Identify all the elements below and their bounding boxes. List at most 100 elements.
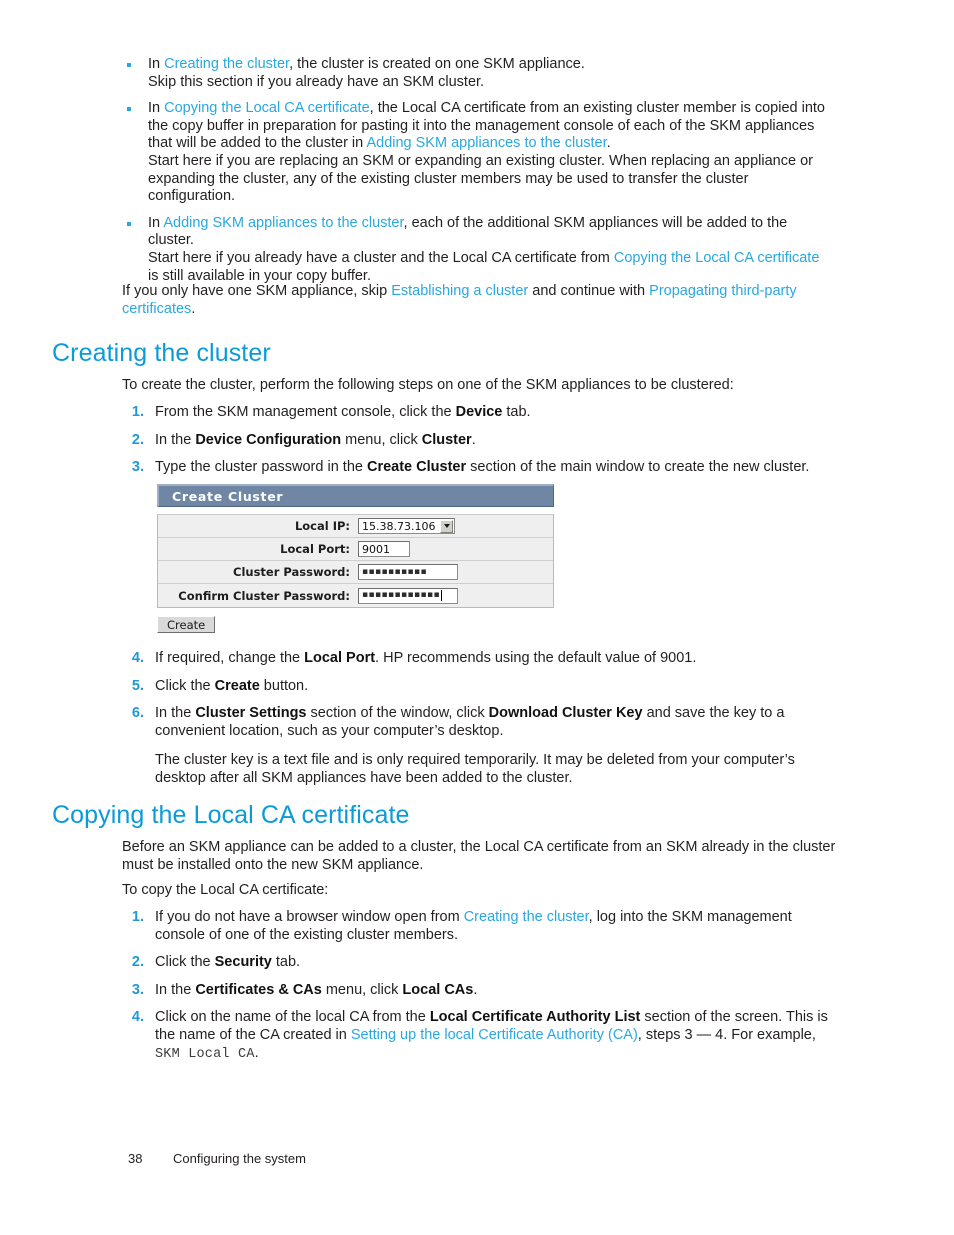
cross-reference-link[interactable]: Adding SKM appliances to the cluster: [163, 215, 403, 231]
plain-text: . HP recommends using the default value …: [375, 650, 697, 666]
step-item: 3. In the Certificates & CAs menu, click…: [122, 982, 842, 1000]
plain-text: In: [148, 56, 165, 72]
step-text: Click the Create button.: [155, 678, 842, 696]
list-item: In Adding SKM appliances to the cluster,…: [122, 215, 832, 285]
copying-paragraph-2: To copy the Local CA certificate:: [122, 882, 329, 898]
cluster-password-input[interactable]: ▪▪▪▪▪▪▪▪▪▪: [358, 564, 458, 580]
plain-text: Start here if you are replacing an SKM o…: [148, 152, 813, 205]
create-cluster-form: Local IP: 15.38.73.106 Local Port: 9001: [157, 514, 554, 608]
emphasis-text: Create: [214, 677, 260, 694]
step-number: 3.: [131, 459, 144, 476]
bullet-square-icon: [127, 63, 131, 67]
emphasis-text: Device Configuration: [195, 431, 342, 448]
plain-text: In the: [155, 431, 196, 448]
cross-reference-link[interactable]: Copying the Local CA certificate: [164, 100, 370, 116]
local-port-value: 9001: [362, 542, 390, 556]
cross-reference-link[interactable]: Adding SKM appliances to the cluster: [366, 135, 606, 151]
plain-text: , steps 3 — 4. For example,: [637, 1026, 816, 1043]
plain-text: menu, click: [341, 431, 422, 448]
create-cluster-figure: Create Cluster Local IP: 15.38.73.106 Lo…: [157, 484, 554, 633]
plain-text: Type the cluster password in the: [155, 459, 367, 476]
copying-paragraph-1: Before an SKM appliance can be added to …: [122, 839, 836, 873]
step-item: 4. If required, change the Local Port. H…: [122, 650, 842, 668]
cross-reference-link[interactable]: Creating the cluster: [164, 56, 289, 72]
confirm-cluster-password-label: Confirm Cluster Password:: [178, 588, 350, 603]
bullet-text: In Copying the Local CA certificate, the…: [148, 100, 832, 206]
step-text: If you do not have a browser window open…: [155, 909, 842, 944]
emphasis-text: Security: [214, 954, 272, 971]
plain-text: In the: [155, 705, 196, 722]
step-number: 3.: [131, 981, 144, 998]
bullet-square-icon: [127, 107, 131, 112]
step-number: 2.: [131, 954, 144, 971]
plain-text: From the SKM management console, click t…: [155, 404, 456, 420]
step-number: 4.: [131, 650, 144, 666]
confirm-cluster-password-masked-value: ▪▪▪▪▪▪▪▪▪▪▪▪: [362, 591, 440, 600]
cross-reference-link[interactable]: Establishing a cluster: [391, 283, 528, 299]
create-cluster-title: Create Cluster: [172, 488, 284, 504]
local-port-input[interactable]: 9001: [358, 541, 410, 557]
create-cluster-titlebar: Create Cluster: [157, 484, 554, 507]
step-item: 4. Click on the name of the local CA fro…: [122, 1009, 842, 1063]
step-number: 6.: [131, 705, 144, 722]
plain-text: , the cluster is created on one SKM appl…: [289, 56, 585, 72]
form-row-confirm-cluster-password: Confirm Cluster Password: ▪▪▪▪▪▪▪▪▪▪▪▪: [158, 584, 553, 607]
emphasis-text: Device: [455, 404, 503, 420]
plain-text: tab.: [502, 404, 531, 420]
step-text: Click on the name of the local CA from t…: [155, 1009, 842, 1063]
creating-steps-1-3: 1. From the SKM management console, clic…: [122, 404, 842, 487]
local-ip-label: Local IP:: [294, 519, 350, 533]
emphasis-text: Local CAs: [402, 981, 474, 998]
plain-text: Click the: [155, 954, 215, 971]
step-item: 2. In the Device Configuration menu, cli…: [122, 432, 842, 450]
create-button[interactable]: Create: [157, 616, 216, 633]
plain-text: .: [471, 431, 476, 448]
plain-text: .: [606, 135, 611, 152]
form-row-cluster-password: Cluster Password: ▪▪▪▪▪▪▪▪▪▪: [158, 561, 553, 584]
plain-text: In the: [155, 981, 196, 998]
step-sub-paragraph: The cluster key is a text file and is on…: [155, 752, 795, 786]
cross-reference-link[interactable]: Creating the cluster: [464, 909, 589, 925]
list-item: In Copying the Local CA certificate, the…: [122, 100, 832, 206]
creating-lead-in: To create the cluster, perform the follo…: [122, 377, 734, 393]
plain-text: is still available in your copy buffer.: [148, 267, 371, 284]
intro-bullet-list: In Creating the cluster, the cluster is …: [122, 56, 832, 294]
step-item: 1. If you do not have a browser window o…: [122, 909, 842, 944]
cross-reference-link[interactable]: Copying the Local CA certificate: [614, 250, 820, 266]
step-number: 5.: [131, 677, 144, 694]
plain-text: Click the: [155, 677, 215, 694]
confirm-cluster-password-input[interactable]: ▪▪▪▪▪▪▪▪▪▪▪▪: [358, 587, 458, 604]
form-row-local-ip: Local IP: 15.38.73.106: [158, 515, 553, 538]
step-item: 1. From the SKM management console, clic…: [122, 404, 842, 422]
local-ip-value: 15.38.73.106: [362, 519, 436, 533]
chevron-down-icon[interactable]: [440, 519, 454, 533]
form-row-local-port: Local Port: 9001: [158, 538, 553, 561]
step-item: 2. Click the Security tab.: [122, 954, 842, 972]
plain-text: .: [254, 1044, 259, 1061]
emphasis-text: Local Port: [304, 650, 376, 666]
plain-text: Start here if you already have a cluster…: [148, 249, 614, 266]
step-number: 1.: [131, 909, 144, 925]
creating-steps-4-6: 4. If required, change the Local Port. H…: [122, 650, 842, 798]
plain-text: Skip this section if you already have an…: [148, 73, 485, 90]
plain-text: .: [473, 981, 478, 998]
emphasis-text: Cluster: [421, 431, 472, 448]
plain-text: If you do not have a browser window open…: [155, 909, 464, 925]
section-heading-copying-the-local-ca-certificate: Copying the Local CA certificate: [52, 801, 410, 829]
plain-text: In: [148, 214, 164, 231]
local-ip-select[interactable]: 15.38.73.106: [358, 518, 456, 534]
text-cursor: [441, 590, 442, 601]
footer-chapter-title: Configuring the system: [173, 1151, 306, 1166]
cross-reference-link[interactable]: Setting up the local Certificate Authori…: [351, 1027, 638, 1043]
emphasis-text: Cluster Settings: [195, 705, 307, 722]
bullet-square-icon: [127, 221, 131, 226]
step-text: Type the cluster password in the Create …: [155, 459, 842, 477]
emphasis-text: Certificates & CAs: [195, 981, 322, 998]
step-item: 3. Type the cluster password in the Crea…: [122, 459, 842, 477]
intro-paragraph: If you only have one SKM appliance, skip…: [122, 283, 842, 318]
plain-text: In: [148, 100, 165, 117]
step-text: From the SKM management console, click t…: [155, 404, 842, 422]
document-page: In Creating the cluster, the cluster is …: [0, 0, 954, 1235]
step-text: If required, change the Local Port. HP r…: [155, 650, 842, 668]
step-item: 5. Click the Create button.: [122, 678, 842, 696]
